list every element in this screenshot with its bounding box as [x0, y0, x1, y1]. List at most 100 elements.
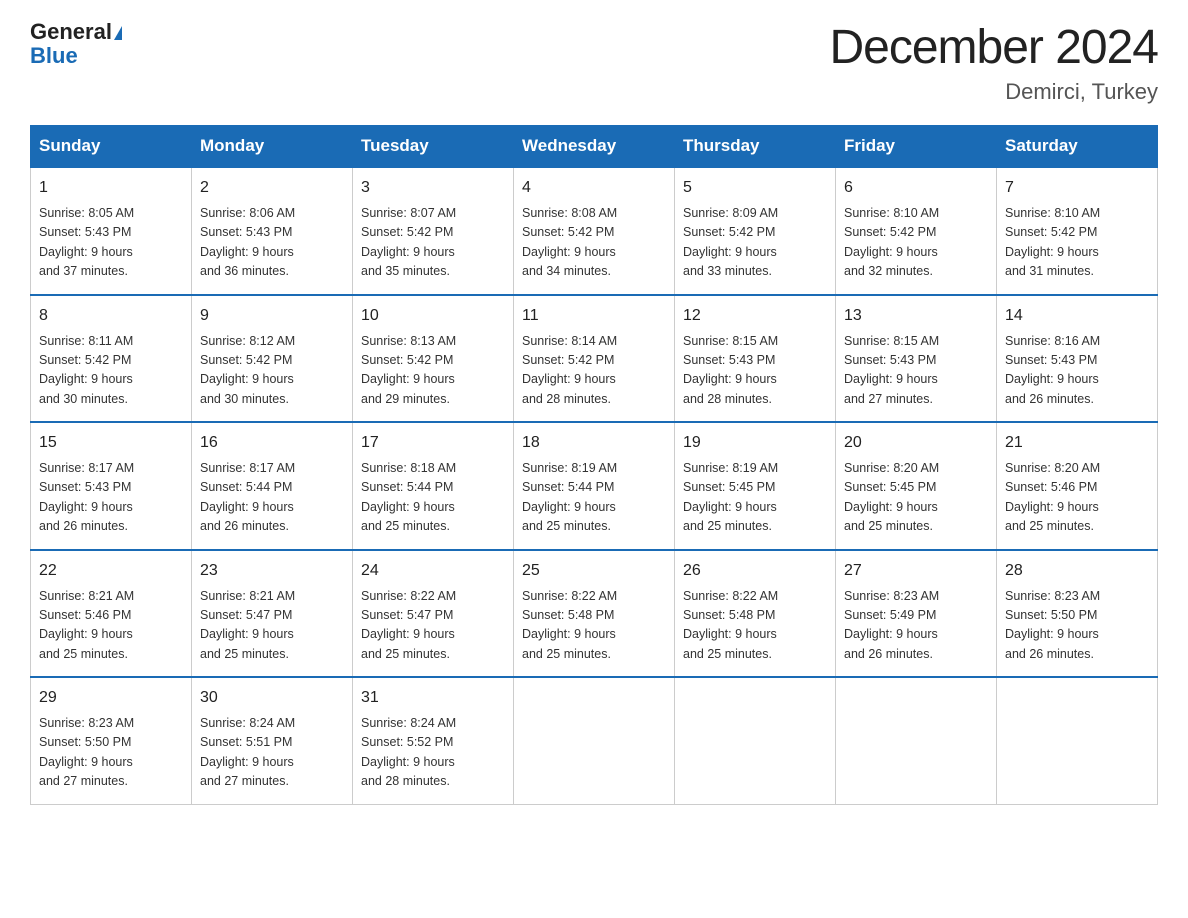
- calendar-cell: [514, 677, 675, 804]
- day-number: 14: [1005, 304, 1149, 328]
- day-info: Sunrise: 8:05 AMSunset: 5:43 PMDaylight:…: [39, 204, 183, 282]
- calendar-cell: 10 Sunrise: 8:13 AMSunset: 5:42 PMDayligh…: [353, 295, 514, 423]
- day-info: Sunrise: 8:24 AMSunset: 5:51 PMDaylight:…: [200, 714, 344, 792]
- calendar-cell: 29Sunrise: 8:23 AMSunset: 5:50 PMDayligh…: [31, 677, 192, 804]
- logo-text: General Blue: [30, 20, 122, 68]
- day-number: 11: [522, 304, 666, 328]
- day-info: Sunrise: 8:20 AMSunset: 5:45 PMDaylight:…: [844, 459, 988, 537]
- day-info: Sunrise: 8:15 AMSunset: 5:43 PMDaylight:…: [683, 332, 827, 410]
- calendar-cell: 31 Sunrise: 8:24 AMSunset: 5:52 PMDayligh…: [353, 677, 514, 804]
- calendar-cell: [836, 677, 997, 804]
- calendar-week-row: 22 Sunrise: 8:21 AMSunset: 5:46 PMDayligh…: [31, 550, 1158, 678]
- day-info: Sunrise: 8:13 AMSunset: 5:42 PMDaylight:…: [361, 332, 505, 410]
- calendar-cell: [997, 677, 1158, 804]
- day-number: 22: [39, 559, 183, 583]
- calendar-cell: 7 Sunrise: 8:10 AMSunset: 5:42 PMDaylight…: [997, 167, 1158, 295]
- day-number: 13: [844, 304, 988, 328]
- day-info: Sunrise: 8:11 AMSunset: 5:42 PMDaylight:…: [39, 332, 183, 410]
- day-info: Sunrise: 8:21 AMSunset: 5:47 PMDaylight:…: [200, 587, 344, 665]
- day-of-week-header: Friday: [836, 126, 997, 168]
- day-number: 21: [1005, 431, 1149, 455]
- day-info: Sunrise: 8:12 AMSunset: 5:42 PMDaylight:…: [200, 332, 344, 410]
- day-info: Sunrise: 8:10 AMSunset: 5:42 PMDaylight:…: [844, 204, 988, 282]
- day-number: 30: [200, 686, 344, 710]
- calendar-cell: 5 Sunrise: 8:09 AMSunset: 5:42 PMDaylight…: [675, 167, 836, 295]
- logo: General Blue: [30, 20, 122, 68]
- day-info: Sunrise: 8:18 AMSunset: 5:44 PMDaylight:…: [361, 459, 505, 537]
- day-info: Sunrise: 8:16 AMSunset: 5:43 PMDaylight:…: [1005, 332, 1149, 410]
- day-info: Sunrise: 8:20 AMSunset: 5:46 PMDaylight:…: [1005, 459, 1149, 537]
- calendar-cell: [675, 677, 836, 804]
- day-number: 27: [844, 559, 988, 583]
- day-info: Sunrise: 8:15 AMSunset: 5:43 PMDaylight:…: [844, 332, 988, 410]
- calendar-cell: 30 Sunrise: 8:24 AMSunset: 5:51 PMDayligh…: [192, 677, 353, 804]
- day-number: 31: [361, 686, 505, 710]
- calendar-cell: 4Sunrise: 8:08 AMSunset: 5:42 PMDaylight…: [514, 167, 675, 295]
- calendar-cell: 20 Sunrise: 8:20 AMSunset: 5:45 PMDayligh…: [836, 422, 997, 550]
- calendar-cell: 11Sunrise: 8:14 AMSunset: 5:42 PMDayligh…: [514, 295, 675, 423]
- day-of-week-header: Tuesday: [353, 126, 514, 168]
- calendar-cell: 2Sunrise: 8:06 AMSunset: 5:43 PMDaylight…: [192, 167, 353, 295]
- day-of-week-header: Wednesday: [514, 126, 675, 168]
- calendar-title: December 2024: [829, 20, 1158, 75]
- day-info: Sunrise: 8:23 AMSunset: 5:49 PMDaylight:…: [844, 587, 988, 665]
- calendar-cell: 1Sunrise: 8:05 AMSunset: 5:43 PMDaylight…: [31, 167, 192, 295]
- day-number: 25: [522, 559, 666, 583]
- calendar-subtitle: Demirci, Turkey: [829, 79, 1158, 105]
- day-number: 10: [361, 304, 505, 328]
- calendar-table: SundayMondayTuesdayWednesdayThursdayFrid…: [30, 125, 1158, 805]
- day-info: Sunrise: 8:21 AMSunset: 5:46 PMDaylight:…: [39, 587, 183, 665]
- day-info: Sunrise: 8:10 AMSunset: 5:42 PMDaylight:…: [1005, 204, 1149, 282]
- day-number: 19: [683, 431, 827, 455]
- day-of-week-header: Saturday: [997, 126, 1158, 168]
- day-info: Sunrise: 8:22 AMSunset: 5:48 PMDaylight:…: [683, 587, 827, 665]
- logo-general: General: [30, 19, 112, 44]
- calendar-cell: 17 Sunrise: 8:18 AMSunset: 5:44 PMDayligh…: [353, 422, 514, 550]
- day-number: 17: [361, 431, 505, 455]
- day-number: 2: [200, 176, 344, 200]
- day-info: Sunrise: 8:17 AMSunset: 5:44 PMDaylight:…: [200, 459, 344, 537]
- day-number: 15: [39, 431, 183, 455]
- day-number: 20: [844, 431, 988, 455]
- title-block: December 2024 Demirci, Turkey: [829, 20, 1158, 105]
- day-number: 12: [683, 304, 827, 328]
- day-number: 23: [200, 559, 344, 583]
- day-number: 26: [683, 559, 827, 583]
- calendar-cell: 26 Sunrise: 8:22 AMSunset: 5:48 PMDayligh…: [675, 550, 836, 678]
- calendar-week-row: 1Sunrise: 8:05 AMSunset: 5:43 PMDaylight…: [31, 167, 1158, 295]
- day-info: Sunrise: 8:09 AMSunset: 5:42 PMDaylight:…: [683, 204, 827, 282]
- day-info: Sunrise: 8:17 AMSunset: 5:43 PMDaylight:…: [39, 459, 183, 537]
- day-number: 9: [200, 304, 344, 328]
- day-number: 6: [844, 176, 988, 200]
- page-header: General Blue December 2024 Demirci, Turk…: [30, 20, 1158, 105]
- day-number: 4: [522, 176, 666, 200]
- day-of-week-header: Sunday: [31, 126, 192, 168]
- day-info: Sunrise: 8:22 AMSunset: 5:48 PMDaylight:…: [522, 587, 666, 665]
- calendar-cell: 28 Sunrise: 8:23 AMSunset: 5:50 PMDayligh…: [997, 550, 1158, 678]
- day-info: Sunrise: 8:07 AMSunset: 5:42 PMDaylight:…: [361, 204, 505, 282]
- calendar-body: 1Sunrise: 8:05 AMSunset: 5:43 PMDaylight…: [31, 167, 1158, 804]
- logo-blue: Blue: [30, 43, 78, 68]
- logo-triangle-icon: [114, 26, 122, 40]
- calendar-cell: 24Sunrise: 8:22 AMSunset: 5:47 PMDayligh…: [353, 550, 514, 678]
- day-number: 28: [1005, 559, 1149, 583]
- calendar-cell: 19 Sunrise: 8:19 AMSunset: 5:45 PMDayligh…: [675, 422, 836, 550]
- day-info: Sunrise: 8:19 AMSunset: 5:44 PMDaylight:…: [522, 459, 666, 537]
- calendar-cell: 13 Sunrise: 8:15 AMSunset: 5:43 PMDayligh…: [836, 295, 997, 423]
- day-info: Sunrise: 8:19 AMSunset: 5:45 PMDaylight:…: [683, 459, 827, 537]
- calendar-cell: 23 Sunrise: 8:21 AMSunset: 5:47 PMDayligh…: [192, 550, 353, 678]
- calendar-cell: 3Sunrise: 8:07 AMSunset: 5:42 PMDaylight…: [353, 167, 514, 295]
- day-info: Sunrise: 8:24 AMSunset: 5:52 PMDaylight:…: [361, 714, 505, 792]
- day-number: 7: [1005, 176, 1149, 200]
- calendar-week-row: 8Sunrise: 8:11 AMSunset: 5:42 PMDaylight…: [31, 295, 1158, 423]
- day-of-week-header: Thursday: [675, 126, 836, 168]
- calendar-cell: 9 Sunrise: 8:12 AMSunset: 5:42 PMDaylight…: [192, 295, 353, 423]
- calendar-header: SundayMondayTuesdayWednesdayThursdayFrid…: [31, 126, 1158, 168]
- calendar-cell: 12 Sunrise: 8:15 AMSunset: 5:43 PMDayligh…: [675, 295, 836, 423]
- day-info: Sunrise: 8:22 AMSunset: 5:47 PMDaylight:…: [361, 587, 505, 665]
- day-number: 5: [683, 176, 827, 200]
- day-info: Sunrise: 8:23 AMSunset: 5:50 PMDaylight:…: [1005, 587, 1149, 665]
- calendar-week-row: 29Sunrise: 8:23 AMSunset: 5:50 PMDayligh…: [31, 677, 1158, 804]
- calendar-cell: 18Sunrise: 8:19 AMSunset: 5:44 PMDayligh…: [514, 422, 675, 550]
- day-of-week-header: Monday: [192, 126, 353, 168]
